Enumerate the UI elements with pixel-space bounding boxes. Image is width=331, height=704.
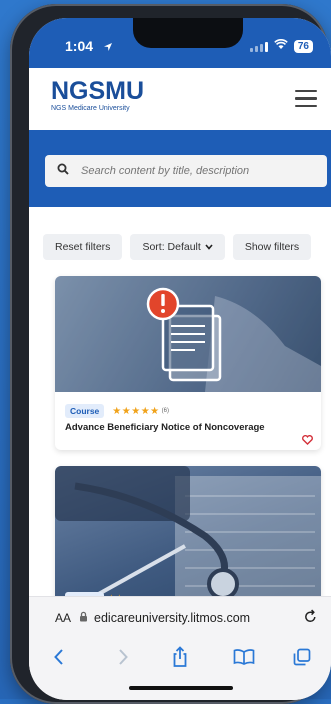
document-alert-illustration: [55, 276, 321, 392]
phone-frame: 1:04 76 NGSMU NGS Medicare University Se…: [10, 4, 331, 704]
course-card[interactable]: Course ★★★★★ (6) Advance Beneficiary Not…: [55, 276, 321, 450]
course-type-badge: Course: [65, 404, 105, 418]
reload-icon[interactable]: [304, 609, 317, 628]
tabs-icon[interactable]: [293, 648, 311, 671]
star-rating: ★★★★★: [112, 405, 160, 417]
logo-wordmark: NGSMU: [51, 77, 145, 105]
home-indicator: [129, 686, 233, 690]
browser-toolbar: [29, 638, 331, 700]
back-icon[interactable]: [53, 648, 65, 671]
reset-filters-button[interactable]: Reset filters: [43, 234, 123, 260]
sort-label: Sort: Default: [142, 241, 201, 253]
logo-tagline: NGS Medicare University: [51, 105, 130, 112]
search-band: [29, 130, 331, 207]
heart-icon[interactable]: [302, 432, 313, 450]
site-header: NGSMU NGS Medicare University: [29, 68, 331, 130]
course-thumbnail: [55, 276, 321, 392]
search-box[interactable]: [45, 155, 327, 187]
share-icon[interactable]: [171, 646, 189, 673]
url-text[interactable]: edicareuniversity.litmos.com: [94, 611, 250, 625]
phone-screen: 1:04 76 NGSMU NGS Medicare University Se…: [29, 18, 331, 700]
forward-icon[interactable]: [117, 648, 129, 671]
show-filters-button[interactable]: Show filters: [232, 234, 312, 260]
filter-bar: Reset filters Sort: Default Show filters: [43, 234, 312, 260]
sort-dropdown[interactable]: Sort: Default: [130, 234, 225, 260]
status-icons: 76: [249, 37, 313, 55]
wifi-icon: [274, 37, 288, 55]
search-icon: [45, 162, 69, 180]
location-icon: [103, 39, 113, 57]
course-meta: Course ★★★★★ (6): [65, 404, 169, 418]
battery-indicator: 76: [293, 39, 313, 53]
signal-icon: [249, 41, 268, 52]
search-input[interactable]: [79, 164, 323, 178]
logo[interactable]: NGSMU NGS Medicare University: [51, 78, 144, 112]
status-time: 1:04: [65, 38, 94, 54]
bookmarks-icon[interactable]: [233, 649, 255, 670]
camera-notch: [133, 18, 243, 48]
lock-icon: [79, 609, 88, 627]
course-title[interactable]: Advance Beneficiary Notice of Noncoverag…: [65, 422, 265, 433]
reader-mode-button[interactable]: AA: [55, 611, 71, 625]
chevron-down-icon: [205, 241, 213, 253]
browser-address-bar[interactable]: AA edicareuniversity.litmos.com: [29, 596, 331, 639]
hamburger-menu-icon[interactable]: [295, 90, 317, 108]
rating-count: (6): [161, 408, 169, 414]
